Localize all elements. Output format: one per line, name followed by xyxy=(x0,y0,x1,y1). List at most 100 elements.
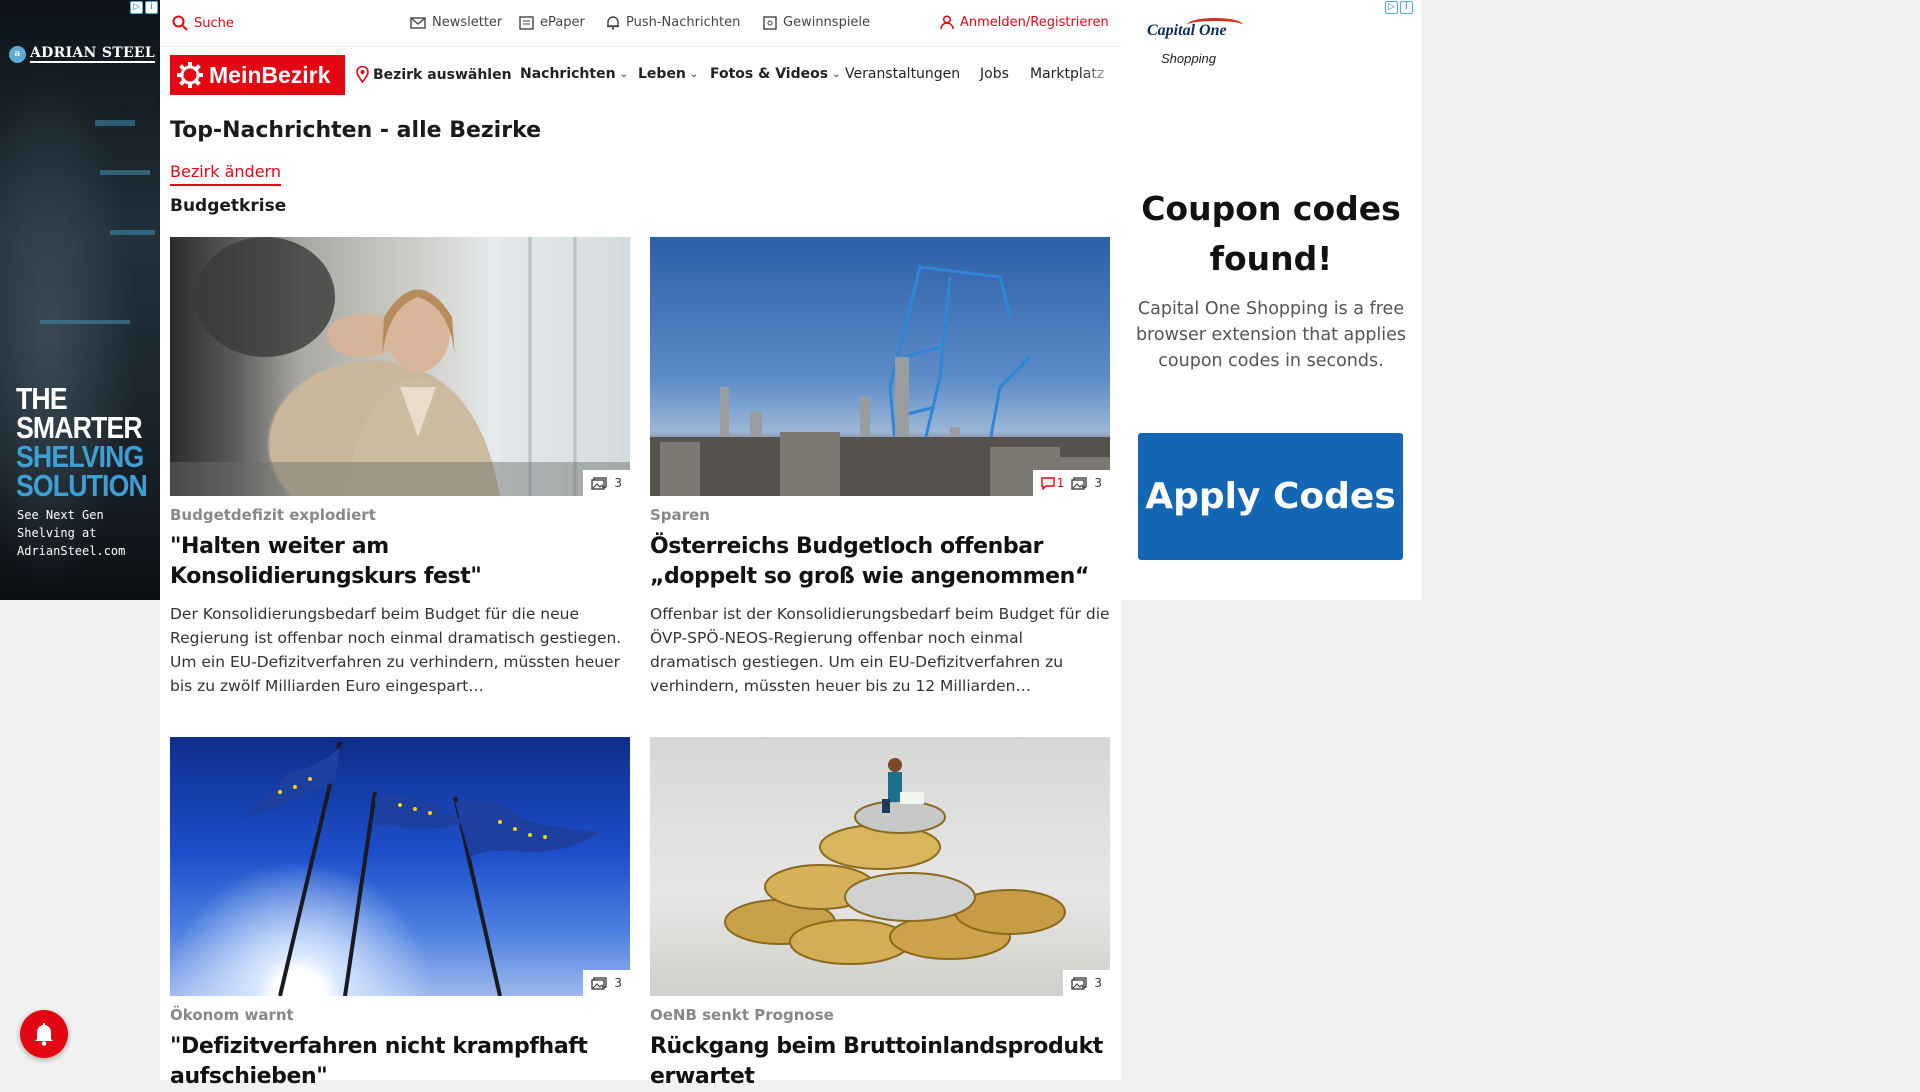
ad-choices[interactable]: ▷ i xyxy=(1385,1,1413,14)
photo-count: 3 xyxy=(614,976,622,990)
ad-subtext-line: See Next Gen xyxy=(17,508,104,522)
info-icon[interactable]: i xyxy=(1400,1,1413,14)
article-title[interactable]: "Defizitverfahren nicht krampfhaft aufsc… xyxy=(170,1032,630,1092)
contests-label: Gewinnspiele xyxy=(783,15,871,30)
push-notifications-label: Push-Nachrichten xyxy=(626,15,741,30)
ad-subtext: See Next Gen Shelving at AdrianSteel.com xyxy=(17,506,125,560)
site-logo[interactable]: MeinBezirk xyxy=(170,55,345,95)
nav-item-label: Jobs xyxy=(980,66,1009,82)
article-teaser: Der Konsolidierungsbedarf beim Budget fü… xyxy=(170,605,622,695)
nav-item-nachrichten[interactable]: Nachrichten ⌄ xyxy=(520,66,628,82)
photo-icon xyxy=(591,476,608,490)
article-title[interactable]: Österreichs Budgetloch offenbar „doppelt… xyxy=(650,532,1110,592)
notification-bell-button[interactable] xyxy=(20,1010,68,1058)
chevron-down-icon: ⌄ xyxy=(619,68,628,80)
epaper-label: ePaper xyxy=(540,15,585,30)
brand-badge-icon: a xyxy=(9,45,26,63)
nav-item-label: Veranstaltungen xyxy=(845,66,961,82)
search-label: Suche xyxy=(194,15,234,31)
article-card[interactable]: 3 Budgetdefizit explodiert "Halten weite… xyxy=(170,237,630,698)
right-display-ad[interactable]: Capital One Shopping Coupon codes found!… xyxy=(1121,0,1421,600)
newspaper-icon xyxy=(519,15,534,30)
newsletter-link[interactable]: Newsletter xyxy=(410,15,502,30)
article-teaser: Offenbar ist der Konsolidierungsbedarf b… xyxy=(650,605,1110,695)
nav-item-jobs[interactable]: Jobs xyxy=(980,66,1009,82)
ad-body-text: Capital One Shopping is a free browser e… xyxy=(1135,299,1407,371)
logo-gear-icon xyxy=(177,62,203,88)
nav-item-label: Leben xyxy=(638,66,686,82)
district-select[interactable]: Bezirk auswählen xyxy=(356,66,512,83)
login-link[interactable]: Anmelden/Registrieren xyxy=(940,15,1109,30)
topic-heading: Budgetkrise xyxy=(170,196,287,216)
article-title[interactable]: "Halten weiter am Konsolidierungskurs fe… xyxy=(170,532,630,592)
article-kicker: Sparen xyxy=(650,506,710,524)
article-photo-illustration xyxy=(724,758,1066,965)
bell-icon xyxy=(35,1023,53,1046)
top-utility-bar: Suche Newsletter ePaper Push-Nachrichten… xyxy=(160,0,1121,46)
location-pin-icon xyxy=(356,66,369,83)
push-notifications-link[interactable]: Push-Nachrichten xyxy=(606,15,740,30)
ad-choices[interactable]: ▷ i xyxy=(130,1,158,14)
epaper-link[interactable]: ePaper xyxy=(519,15,585,30)
ad-logo-subtitle: Shopping xyxy=(1161,51,1216,66)
ad-brand-logo: a ADRIAN STEEL xyxy=(9,45,156,63)
ad-subtext-line: Shelving at xyxy=(17,526,97,540)
shelf-graphic xyxy=(110,230,155,235)
left-skyscraper-ad[interactable]: a ADRIAN STEEL THE SMARTER SHELVING SOLU… xyxy=(0,0,160,600)
article-image[interactable]: 1 3 xyxy=(650,237,1110,496)
shelf-graphic xyxy=(100,170,150,175)
page-title: Top-Nachrichten - alle Bezirke xyxy=(170,118,542,143)
district-select-label: Bezirk auswählen xyxy=(373,66,512,83)
article-card[interactable]: 1 3 Sparen Österreichs Budgetloch offenb… xyxy=(650,237,1110,698)
login-label: Anmelden/Registrieren xyxy=(960,15,1109,30)
search-link[interactable]: Suche xyxy=(172,15,234,31)
ad-brand-name: ADRIAN STEEL xyxy=(30,45,156,63)
ad-headline: Coupon codes found! xyxy=(1141,189,1401,278)
article-kicker: Ökonom warnt xyxy=(170,1006,294,1024)
nav-item-label: Fotos & Videos xyxy=(710,66,829,82)
ad-choices-icon[interactable]: ▷ xyxy=(130,1,143,14)
nav-item-leben[interactable]: Leben ⌄ xyxy=(638,66,698,82)
article-kicker: Budgetdefizit explodiert xyxy=(170,506,376,524)
main-content: Top-Nachrichten - alle Bezirke Bezirk än… xyxy=(160,102,1121,1089)
nav-item-fotos-videos[interactable]: Fotos & Videos ⌄ xyxy=(710,66,840,82)
shelf-graphic xyxy=(95,120,135,126)
comment-icon xyxy=(1041,476,1055,490)
ad-choices-icon[interactable]: ▷ xyxy=(1385,1,1398,14)
comment-count-badge[interactable]: 1 xyxy=(1041,476,1065,490)
mail-icon xyxy=(410,16,426,29)
media-badge: 1 3 xyxy=(1032,470,1110,496)
shelf-graphic xyxy=(40,320,130,324)
photo-icon xyxy=(591,976,608,990)
change-district-link[interactable]: Bezirk ändern xyxy=(170,162,281,186)
article-card[interactable]: 3 Ökonom warnt "Defizitverfahren nicht k… xyxy=(170,737,630,1092)
article-photo-illustration xyxy=(170,237,630,496)
ad-logo: Capital One xyxy=(1147,22,1227,39)
article-card[interactable]: 3 OeNB senkt Prognose Rückgang beim Brut… xyxy=(650,737,1110,1092)
ad-headline-line: SHELVING xyxy=(16,439,144,474)
chevron-down-icon: ⌄ xyxy=(832,68,841,80)
puzzle-icon xyxy=(763,15,777,30)
article-title[interactable]: Rückgang beim Bruttoinlandsprodukt erwar… xyxy=(650,1032,1110,1092)
article-photo-illustration xyxy=(245,741,600,996)
user-icon xyxy=(940,15,954,30)
ad-headline-line: THE xyxy=(16,381,68,416)
comment-count: 1 xyxy=(1056,476,1065,490)
media-badge: 3 xyxy=(583,470,630,496)
contests-link[interactable]: Gewinnspiele xyxy=(763,15,870,30)
search-icon xyxy=(172,15,188,31)
ad-headline-line: SMARTER xyxy=(16,410,143,445)
article-image[interactable]: 3 xyxy=(650,737,1110,996)
ad-subtext-line: AdrianSteel.com xyxy=(17,544,126,558)
article-photo-illustration xyxy=(650,265,1110,496)
apply-codes-button[interactable]: Apply Codes xyxy=(1138,433,1403,560)
photo-icon xyxy=(1071,476,1088,490)
photo-icon xyxy=(1071,976,1088,990)
info-icon[interactable]: i xyxy=(145,1,158,14)
nav-overflow-fade xyxy=(1081,47,1121,101)
newsletter-label: Newsletter xyxy=(432,15,503,30)
article-image[interactable]: 3 xyxy=(170,237,630,496)
ad-headline: THE SMARTER SHELVING SOLUTION xyxy=(16,381,148,501)
article-image[interactable]: 3 xyxy=(170,737,630,996)
nav-item-veranstaltungen[interactable]: Veranstaltungen xyxy=(845,66,960,82)
